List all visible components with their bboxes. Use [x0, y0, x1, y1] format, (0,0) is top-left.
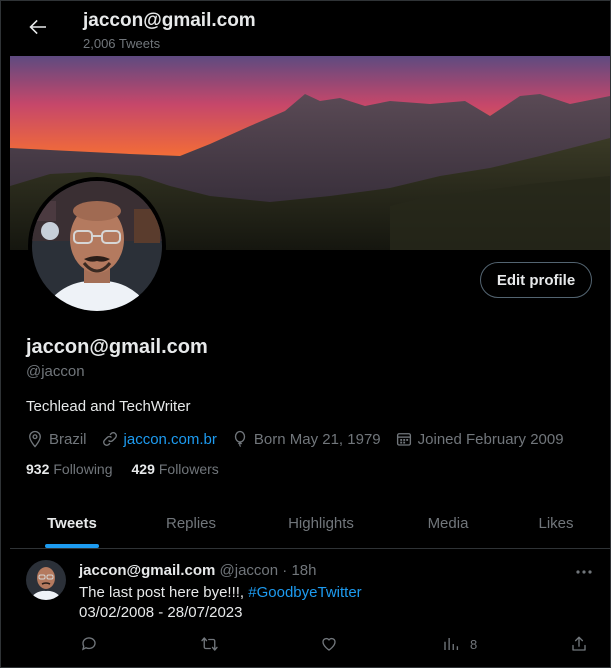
like-button[interactable] [320, 635, 338, 653]
link-icon [102, 432, 117, 446]
profile-meta: Brazil jaccon.com.br Born May 21, 1979 J… [26, 429, 578, 449]
tweet-actions: 8 [10, 632, 610, 656]
tweet-text: The last post here bye!!!, #GoodbyeTwitt… [79, 584, 362, 601]
views-count: 8 [470, 636, 478, 652]
more-button[interactable] [572, 562, 596, 582]
website-item: jaccon.com.br [101, 430, 217, 448]
location-text: Brazil [49, 430, 87, 448]
followers-count: 429 [131, 461, 155, 477]
tweet-author-handle[interactable]: @jaccon [220, 562, 279, 579]
profile-name: jaccon@gmail.com [26, 336, 208, 358]
followers-link[interactable]: 429 Followers [132, 461, 219, 477]
back-button[interactable] [26, 15, 50, 39]
views-button[interactable]: 8 [442, 635, 477, 653]
retweet-button[interactable] [200, 635, 219, 653]
birthday-item: Born May 21, 1979 [231, 430, 381, 448]
tab-replies[interactable]: Replies [134, 499, 248, 548]
following-label: Following [53, 461, 113, 477]
tweet-item[interactable]: jaccon@gmail.com @jaccon · 18h The last … [10, 550, 610, 668]
balloon-icon [234, 430, 246, 448]
tweet-header: jaccon@gmail.com @jaccon · 18h [79, 562, 316, 579]
reply-icon [81, 637, 96, 651]
location-icon [29, 430, 41, 448]
edit-profile-button[interactable]: Edit profile [480, 262, 592, 298]
profile-tabs: Tweets Replies Highlights Media Likes [10, 499, 610, 549]
more-icon [576, 570, 592, 574]
profile-page: jaccon@gmail.com 2,006 Tweets Edit profi… [0, 0, 611, 668]
tweet-text-line2: 03/02/2008 - 28/07/2023 [79, 604, 243, 621]
retweet-icon [201, 637, 218, 651]
views-icon [444, 638, 459, 650]
follow-stats: 932 Following 429 Followers [26, 461, 238, 477]
profile-bio: Techlead and TechWriter [26, 398, 191, 415]
tab-tweets[interactable]: Tweets [10, 499, 134, 548]
birthday-text: Born May 21, 1979 [253, 430, 381, 448]
tweet-avatar[interactable] [26, 560, 66, 600]
website-link[interactable]: jaccon.com.br [124, 431, 217, 448]
tweet-author-name[interactable]: jaccon@gmail.com [79, 562, 215, 579]
tweet-time[interactable]: 18h [291, 562, 316, 579]
tweet-text-main: The last post here bye!!!, [79, 584, 249, 601]
tweet-count: 2,006 Tweets [83, 36, 161, 51]
tab-highlights[interactable]: Highlights [248, 499, 394, 548]
tab-media[interactable]: Media [394, 499, 502, 548]
share-button[interactable] [570, 635, 588, 653]
reply-button[interactable] [80, 635, 98, 653]
tweet-separator: · [282, 562, 288, 579]
location-item: Brazil [26, 430, 87, 448]
share-icon [572, 636, 586, 651]
tweet-hashtag[interactable]: #GoodbyeTwitter [248, 584, 361, 601]
tab-likes[interactable]: Likes [502, 499, 610, 548]
header-title: jaccon@gmail.com [83, 10, 256, 31]
calendar-icon [396, 433, 411, 446]
like-icon [322, 637, 336, 651]
top-bar: jaccon@gmail.com 2,006 Tweets [10, 1, 610, 56]
following-link[interactable]: 932 Following [26, 461, 113, 477]
joined-text: Joined February 2009 [417, 430, 564, 448]
joined-item: Joined February 2009 [395, 430, 564, 448]
following-count: 932 [26, 461, 50, 477]
followers-label: Followers [158, 461, 219, 477]
profile-avatar[interactable] [28, 177, 166, 315]
active-tab-indicator [45, 544, 99, 548]
arrow-left-icon [29, 19, 46, 35]
profile-handle: @jaccon [26, 363, 85, 380]
